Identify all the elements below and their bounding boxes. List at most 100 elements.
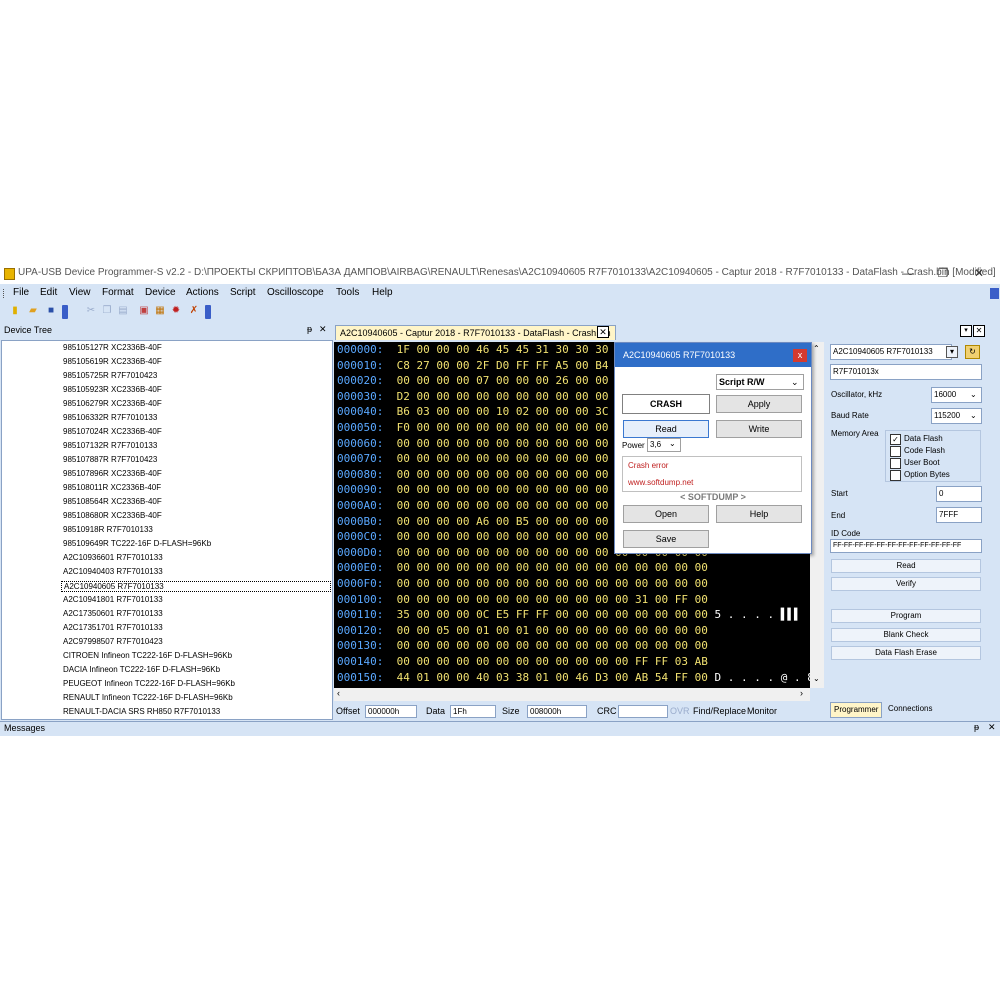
hex-row[interactable]: 000080: 00 00 00 00 00 00 00 00 00 00 00 — [337, 467, 609, 482]
checkbox-data-flash[interactable]: ✓ — [890, 434, 901, 445]
hex-row[interactable]: 000030: D2 00 00 00 00 00 00 00 00 00 00 — [337, 389, 609, 404]
tree-item[interactable]: 985105923R XC2336B-40F — [63, 385, 162, 394]
device-tree-close-icon[interactable]: ✕ — [319, 324, 327, 335]
menu-device[interactable]: Device — [145, 287, 176, 298]
tree-item[interactable]: PEUGEOT Infineon TC222-16F D-FLASH=96Kb — [63, 679, 235, 688]
hex-row[interactable]: 0000A0: 00 00 00 00 00 00 00 00 00 00 00 — [337, 498, 609, 513]
tree-item[interactable]: 985105127R XC2336B-40F — [63, 343, 162, 352]
scroll-right-icon[interactable]: › — [800, 688, 803, 698]
hex-row[interactable]: 000050: F0 00 00 00 00 00 00 00 00 00 00 — [337, 420, 609, 435]
dialog-open-button[interactable]: Open — [623, 505, 709, 523]
hex-bytes[interactable]: 00 00 00 00 00 00 00 00 00 00 00 — [397, 437, 609, 450]
hex-bytes[interactable]: 00 00 00 00 A6 00 B5 00 00 00 00 — [397, 515, 609, 528]
hex-row[interactable]: 000000: 1F 00 00 00 46 45 45 31 30 30 30 — [337, 342, 609, 357]
baud-rate-select[interactable]: 115200 ⌄ — [931, 408, 982, 424]
menu-tools[interactable]: Tools — [336, 287, 359, 298]
pin-icon[interactable]: ᵽ — [307, 324, 312, 334]
hex-row[interactable]: 000140: 00 00 00 00 00 00 00 00 00 00 00… — [337, 654, 708, 669]
minimize-button[interactable]: — — [893, 264, 923, 282]
hex-bytes[interactable]: B6 03 00 00 00 10 02 00 00 00 3C — [397, 405, 609, 418]
menu-oscilloscope[interactable]: Oscilloscope — [267, 287, 324, 298]
save-icon[interactable]: ■ — [44, 304, 58, 318]
start-field[interactable]: 0 — [936, 486, 982, 502]
dialog-write-button[interactable]: Write — [716, 420, 802, 438]
editor-tab-close-icon[interactable]: ✕ — [597, 326, 609, 338]
hex-bytes[interactable]: 00 00 00 00 00 00 00 00 00 00 00 — [397, 468, 609, 481]
scroll-left-icon[interactable]: ‹ — [337, 688, 340, 698]
tree-item[interactable]: 985109649R TC222-16F D-FLASH=96Kb — [63, 539, 211, 548]
hex-row[interactable]: 000040: B6 03 00 00 00 10 02 00 00 00 3C — [337, 404, 609, 419]
hex-row[interactable]: 000070: 00 00 00 00 00 00 00 00 00 00 00 — [337, 451, 609, 466]
hex-bytes[interactable]: D2 00 00 00 00 00 00 00 00 00 00 — [397, 390, 609, 403]
tree-item[interactable]: 985106279R XC2336B-40F — [63, 399, 162, 408]
hex-row[interactable]: 0000B0: 00 00 00 00 A6 00 B5 00 00 00 00 — [337, 514, 609, 529]
crc-field[interactable] — [618, 705, 668, 718]
cut-icon[interactable]: ✂ — [84, 304, 98, 318]
menu-actions[interactable]: Actions — [186, 287, 219, 298]
erase-icon[interactable]: ✗ — [187, 304, 201, 318]
new-file-icon[interactable]: ▮ — [8, 304, 22, 318]
hex-row[interactable]: 0000F0: 00 00 00 00 00 00 00 00 00 00 00… — [337, 576, 708, 591]
dialog-help-button[interactable]: Help — [716, 505, 802, 523]
id-code-field[interactable]: FF-FF-FF-FF-FF-FF-FF-FF-FF-FF-FF-FF — [830, 539, 982, 553]
menu-format[interactable]: Format — [102, 287, 134, 298]
checkbox-user-boot[interactable] — [890, 458, 901, 469]
tree-item[interactable]: A2C10940403 R7F7010133 — [63, 567, 163, 576]
tree-item[interactable]: A2C10940605 R7F7010133 — [61, 581, 331, 592]
tree-item[interactable]: A2C17350601 R7F7010133 — [63, 609, 163, 618]
hex-bytes[interactable]: 1F 00 00 00 46 45 45 31 30 30 30 — [397, 343, 609, 356]
device-dropdown-icon[interactable]: ▾ — [946, 346, 958, 358]
tree-item[interactable]: 985105619R XC2336B-40F — [63, 357, 162, 366]
editor-tab[interactable]: A2C10940605 - Captur 2018 - R7F7010133 -… — [335, 325, 616, 340]
tree-item[interactable]: 985108680R XC2336B-40F — [63, 511, 162, 520]
apply-button[interactable]: Apply — [716, 395, 802, 413]
hex-bytes[interactable]: 00 00 00 00 00 00 00 00 00 00 00 — [397, 452, 609, 465]
tree-item[interactable]: CITROEN Infineon TC222-16F D-FLASH=96Kb — [63, 651, 232, 660]
menu-edit[interactable]: Edit — [40, 287, 57, 298]
messages-close-icon[interactable]: ✕ — [988, 722, 996, 733]
hex-ascii[interactable]: 5 . . . . ▌▌▌ — [715, 608, 801, 621]
checkbox-option-bytes[interactable] — [890, 470, 901, 481]
hex-bytes[interactable]: 00 00 00 00 00 00 00 00 00 00 00 — [397, 483, 609, 496]
hex-ascii[interactable]: D . . . . @ . 8 — [715, 671, 811, 684]
hex-row[interactable]: 000010: C8 27 00 00 2F D0 FF FF A5 00 B4 — [337, 358, 609, 373]
dialog-save-button[interactable]: Save — [623, 530, 709, 548]
tree-item[interactable]: RENAULT Infineon TC222-16F D-FLASH=96Kb — [63, 693, 233, 702]
tree-item[interactable]: 985108011R XC2336B-40F — [63, 483, 161, 492]
softdump-url[interactable]: www.softdump.net — [628, 478, 693, 487]
chip-icon[interactable]: ▦ — [153, 304, 167, 318]
menu-view[interactable]: View — [69, 287, 91, 298]
device-select[interactable]: A2C10940605 R7F7010133 — [830, 344, 952, 360]
tab-connections[interactable]: Connections — [885, 702, 936, 716]
hex-row[interactable]: 000150: 44 01 00 00 40 03 38 01 00 46 D3… — [337, 670, 810, 685]
menu-file[interactable]: File — [13, 287, 29, 298]
close-doc-icon[interactable]: ✕ — [973, 325, 985, 337]
hex-bytes[interactable]: 00 00 00 00 00 00 00 00 00 00 00 00 FF F… — [397, 655, 708, 668]
hex-bytes[interactable]: 00 00 00 00 00 00 00 00 00 00 00 — [397, 530, 609, 543]
data-field[interactable]: 1Fh — [450, 705, 496, 718]
tree-item[interactable]: 985106332R R7F7010133 — [63, 413, 157, 422]
tree-item[interactable]: 985105725R R7F7010423 — [63, 371, 157, 380]
device-icon[interactable]: ▣ — [137, 304, 151, 318]
size-field[interactable]: 008000h — [527, 705, 587, 718]
dialog-read-button[interactable]: Read — [623, 420, 709, 438]
hex-bytes[interactable]: 00 00 00 00 00 00 00 00 00 00 00 — [397, 499, 609, 512]
tree-item[interactable]: 98510918R R7F7010133 — [63, 525, 153, 534]
dialog-close-button[interactable]: x — [793, 349, 807, 362]
load-device-icon[interactable]: ↻ — [965, 345, 980, 359]
blank-check-button[interactable]: Blank Check — [831, 628, 981, 642]
hex-row[interactable]: 0000E0: 00 00 00 00 00 00 00 00 00 00 00… — [337, 560, 708, 575]
hex-bytes[interactable]: 00 00 05 00 01 00 01 00 00 00 00 00 00 0… — [397, 624, 708, 637]
tree-item[interactable]: 985108564R XC2336B-40F — [63, 497, 162, 506]
close-window-button[interactable]: ✕ — [964, 264, 994, 282]
scroll-down-icon[interactable]: ⌄ — [813, 674, 820, 683]
hex-bytes[interactable]: C8 27 00 00 2F D0 FF FF A5 00 B4 — [397, 359, 609, 372]
data-flash-erase-button[interactable]: Data Flash Erase — [831, 646, 981, 660]
tree-item[interactable]: 985107132R R7F7010133 — [63, 441, 157, 450]
scroll-up-icon[interactable]: ⌃ — [813, 344, 820, 353]
program-button[interactable]: Program — [831, 609, 981, 623]
messages-pin-icon[interactable]: ᵽ — [974, 722, 979, 732]
hex-row[interactable]: 000120: 00 00 05 00 01 00 01 00 00 00 00… — [337, 623, 708, 638]
horizontal-scrollbar[interactable]: ‹ › — [334, 688, 810, 701]
copy-icon[interactable]: ❐ — [100, 304, 114, 318]
